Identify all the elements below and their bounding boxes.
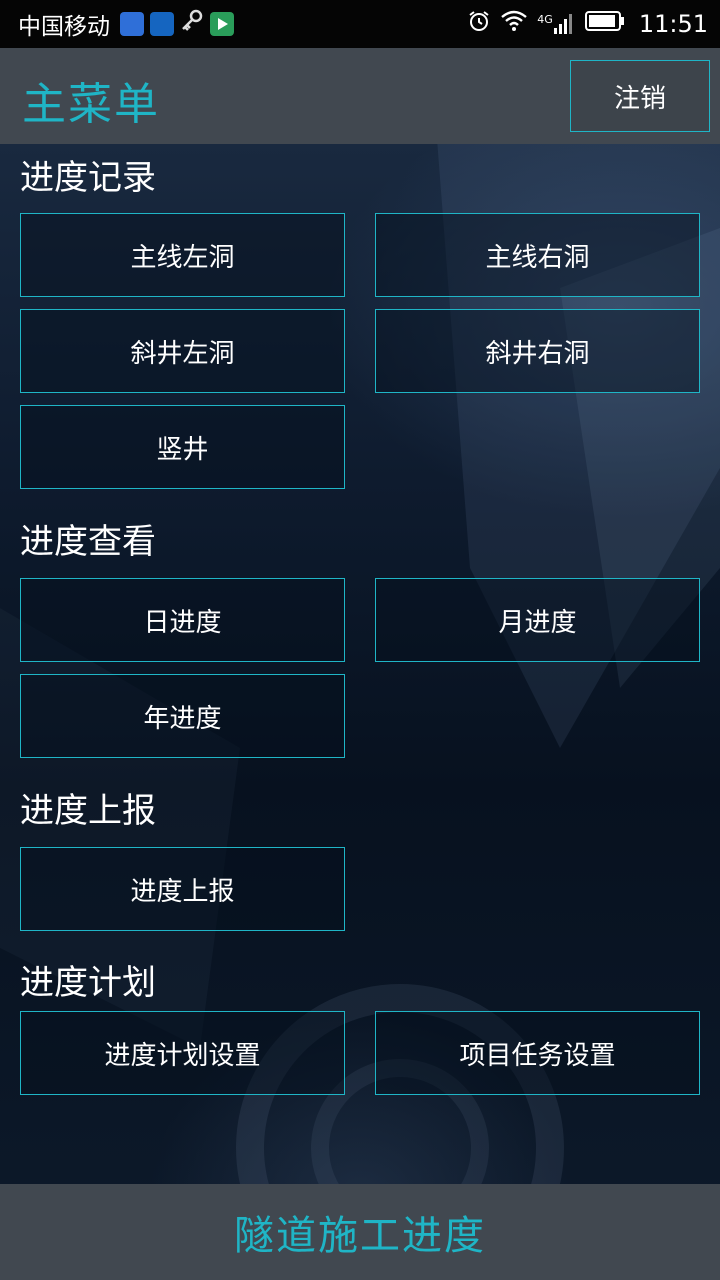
signal-icon: 4G [537, 13, 575, 35]
wifi-icon [501, 10, 528, 38]
daily-progress-button[interactable]: 日进度 [20, 578, 345, 662]
main-right-tunnel-button[interactable]: 主线右洞 [375, 213, 700, 297]
alarm-icon [467, 9, 491, 39]
autohome-app-icon [150, 12, 174, 36]
section-title-plan: 进度计划 [20, 963, 156, 1003]
page-title: 主菜单 [22, 79, 160, 130]
key-icon [180, 9, 204, 39]
section-title-report: 进度上报 [20, 791, 156, 831]
section-title-record: 进度记录 [20, 158, 156, 198]
video-app-icon [210, 12, 234, 36]
logout-button[interactable]: 注销 [570, 60, 710, 132]
app-header: 主菜单 注销 [0, 48, 720, 144]
carrier-name: 中国移动 [18, 14, 110, 40]
battery-icon [584, 10, 625, 38]
progress-report-button[interactable]: 进度上报 [20, 847, 345, 931]
monthly-progress-button[interactable]: 月进度 [375, 578, 700, 662]
yearly-progress-button[interactable]: 年进度 [20, 674, 345, 758]
task-settings-button[interactable]: 项目任务设置 [375, 1011, 700, 1095]
incline-right-tunnel-button[interactable]: 斜井右洞 [375, 309, 700, 393]
baidu-app-icon [120, 12, 144, 36]
section-title-view: 进度查看 [20, 522, 156, 562]
status-bar: 中国移动 4G 11:51 [0, 0, 720, 48]
network-type: 4G [537, 13, 553, 26]
footer-title: 隧道施工进度 [234, 1213, 486, 1259]
plan-settings-button[interactable]: 进度计划设置 [20, 1011, 345, 1095]
incline-left-tunnel-button[interactable]: 斜井左洞 [20, 309, 345, 393]
vertical-shaft-button[interactable]: 竖井 [20, 405, 345, 489]
app-footer: 隧道施工进度 [0, 1184, 720, 1280]
clock: 11:51 [638, 10, 708, 38]
main-left-tunnel-button[interactable]: 主线左洞 [20, 213, 345, 297]
